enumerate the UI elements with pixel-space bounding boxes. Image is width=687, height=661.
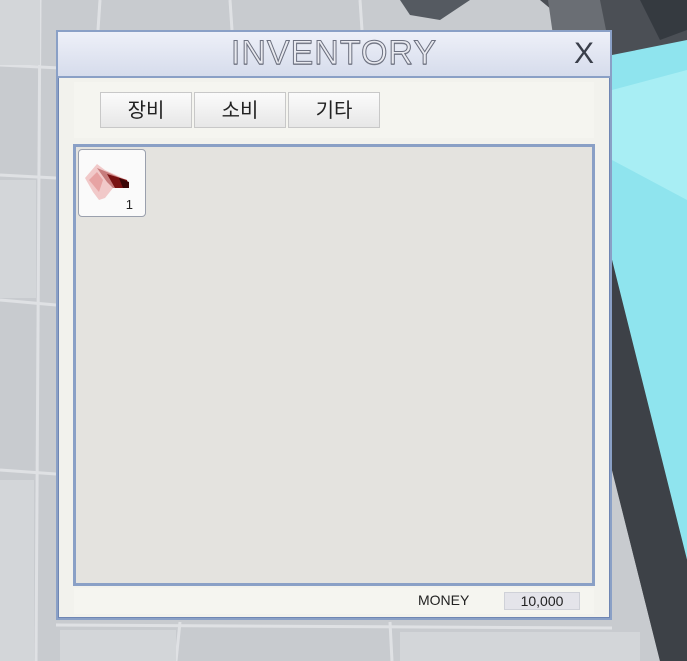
close-button[interactable]: X	[568, 36, 600, 72]
money-label: MONEY	[418, 592, 470, 608]
inventory-window: INVENTORY X 장비 소비 기타 1 MONEY 10,000	[56, 30, 612, 620]
money-value: 10,000	[504, 592, 580, 610]
tab-etc[interactable]: 기타	[288, 92, 380, 128]
inventory-titlebar[interactable]: INVENTORY X	[58, 32, 610, 78]
inventory-grid: 1	[73, 144, 595, 586]
window-title: INVENTORY	[230, 34, 438, 73]
tab-bar: 장비 소비 기타	[74, 82, 594, 138]
item-count: 1	[125, 197, 133, 212]
money-footer: MONEY 10,000	[74, 588, 594, 614]
feather-item-icon	[85, 164, 129, 200]
tab-equipment[interactable]: 장비	[100, 92, 192, 128]
tab-consumable[interactable]: 소비	[194, 92, 286, 128]
inventory-slot[interactable]: 1	[78, 149, 146, 217]
